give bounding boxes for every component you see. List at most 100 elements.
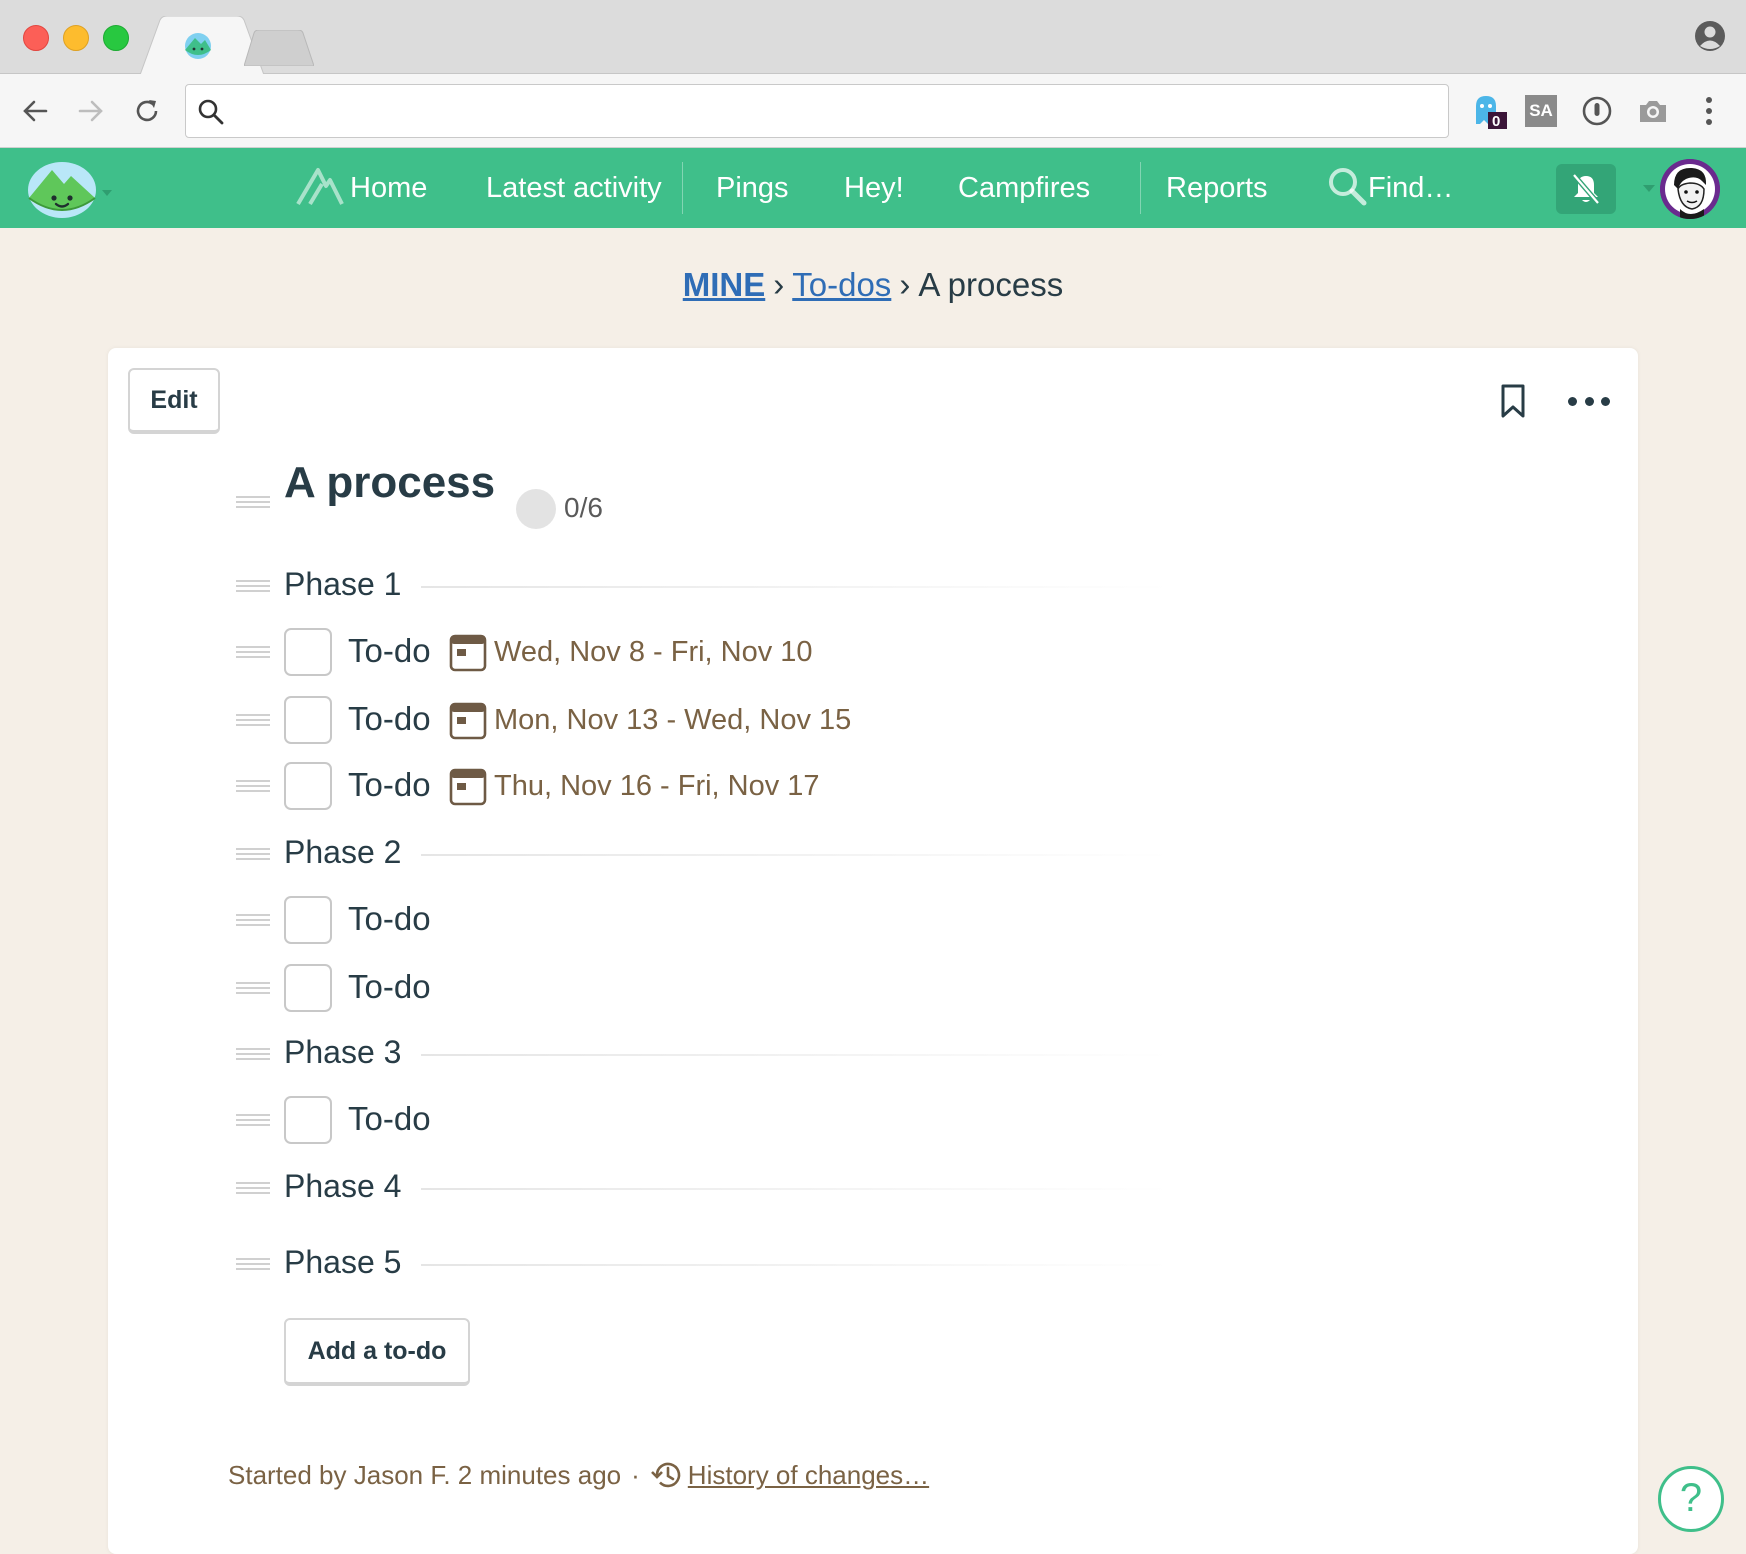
started-by-text: Started by Jason F. 2 minutes ago: [228, 1459, 622, 1490]
breadcrumb-todos-link[interactable]: To-dos: [792, 266, 891, 303]
edit-button[interactable]: Edit: [128, 368, 220, 434]
drag-handle-icon[interactable]: [236, 1114, 270, 1126]
notifications-toggle-button[interactable]: [1556, 164, 1616, 214]
group-divider: [421, 1054, 1171, 1056]
drag-handle-icon[interactable]: [236, 646, 270, 658]
password-manager-extension[interactable]: [1578, 92, 1616, 130]
group-divider: [421, 1264, 1171, 1266]
arrow-left-icon: [23, 100, 48, 122]
nav-divider: [1140, 162, 1141, 214]
close-window-button[interactable]: [23, 25, 49, 51]
forward-button[interactable]: [72, 92, 110, 130]
todo-label[interactable]: To-do: [348, 900, 431, 938]
nav-hey[interactable]: Hey!: [844, 148, 904, 228]
nav-campfires-label: Campfires: [958, 172, 1091, 204]
nav-divider: [682, 162, 683, 214]
chevron-down-icon: [102, 190, 112, 196]
user-avatar[interactable]: [1660, 159, 1720, 219]
breadcrumb-separator: ›: [899, 266, 911, 303]
todo-dates: Thu, Nov 16 - Fri, Nov 17: [494, 770, 820, 802]
basecamp-logo-icon: [28, 162, 96, 218]
new-tab-button[interactable]: [244, 30, 314, 66]
app-navigation: Home Latest activity Pings Hey! Campfire…: [0, 148, 1746, 228]
more-dot-icon: [1601, 396, 1610, 406]
drag-handle-icon[interactable]: [236, 1182, 270, 1194]
drag-handle-icon[interactable]: [236, 714, 270, 726]
history-of-changes-link[interactable]: History of changes…: [688, 1460, 929, 1491]
group-divider: [421, 586, 1171, 588]
back-button[interactable]: [16, 92, 54, 130]
more-dot-icon: [1584, 396, 1594, 406]
sa-label: SA: [1529, 101, 1553, 120]
chevron-down-icon[interactable]: [1642, 184, 1656, 194]
group-label[interactable]: Phase 2: [284, 834, 401, 871]
nav-find[interactable]: Find…: [1326, 148, 1453, 228]
drag-handle-icon[interactable]: [236, 848, 270, 860]
calendar-icon: [449, 768, 487, 806]
drag-handle-icon[interactable]: [236, 496, 270, 508]
nav-reports-label: Reports: [1166, 172, 1268, 204]
add-todo-button[interactable]: Add a to-do: [284, 1318, 470, 1386]
todo-label[interactable]: To-do: [348, 766, 431, 804]
todo-label[interactable]: To-do: [348, 1100, 431, 1138]
browser-profile-icon[interactable]: [1694, 20, 1726, 52]
sa-extension[interactable]: SA: [1522, 92, 1560, 130]
drag-handle-icon[interactable]: [236, 780, 270, 792]
footer-separator: ·: [631, 1459, 640, 1490]
bookmark-icon[interactable]: [1498, 383, 1528, 419]
ghost-icon: [1476, 96, 1507, 129]
progress-count: 0/6: [564, 492, 603, 523]
group-label[interactable]: Phase 5: [284, 1244, 401, 1281]
ghostery-extension[interactable]: 0: [1470, 92, 1508, 130]
todo-label[interactable]: To-do: [348, 632, 431, 670]
nav-hey-label: Hey!: [844, 172, 904, 204]
drag-handle-icon[interactable]: [236, 982, 270, 994]
breadcrumb-mine-link[interactable]: MINE: [683, 266, 766, 303]
nav-home-label: Home: [350, 172, 428, 204]
browser-tab-bar: [0, 0, 1746, 75]
nav-pings-label: Pings: [716, 172, 789, 204]
todo-checkbox[interactable]: [284, 762, 332, 810]
bell-off-icon: [1572, 173, 1600, 205]
todo-label[interactable]: To-do: [348, 700, 431, 738]
address-bar[interactable]: [185, 84, 1449, 138]
more-options-button[interactable]: [1568, 386, 1610, 416]
todo-checkbox[interactable]: [284, 964, 332, 1012]
basecamp-home-icon: [296, 168, 344, 206]
minimize-window-button[interactable]: [63, 25, 89, 51]
todo-checkbox[interactable]: [284, 896, 332, 944]
vertical-dots-icon: [1706, 97, 1712, 125]
list-footer: Started by Jason F. 2 minutes ago · Hist…: [228, 1458, 929, 1492]
screenshot-extension[interactable]: [1634, 92, 1672, 130]
help-button[interactable]: ?: [1658, 1466, 1724, 1532]
sa-icon: SA: [1525, 95, 1557, 127]
drag-handle-icon[interactable]: [236, 1258, 270, 1270]
nav-home[interactable]: Home: [296, 148, 427, 228]
drag-handle-icon[interactable]: [236, 1048, 270, 1060]
browser-menu-button[interactable]: [1690, 92, 1728, 130]
todo-checkbox[interactable]: [284, 1096, 332, 1144]
address-input[interactable]: [236, 93, 1436, 129]
nav-campfires[interactable]: Campfires: [958, 148, 1090, 228]
nav-find-label: Find…: [1368, 172, 1454, 204]
todo-checkbox[interactable]: [284, 628, 332, 676]
nav-latest-activity[interactable]: Latest activity: [486, 148, 662, 228]
more-dot-icon: [1568, 396, 1577, 406]
arrow-right-icon: [78, 100, 103, 122]
basecamp-logo-menu[interactable]: [26, 158, 118, 220]
group-label[interactable]: Phase 1: [284, 566, 401, 603]
reload-button[interactable]: [128, 92, 166, 130]
group-label[interactable]: Phase 3: [284, 1034, 401, 1071]
nav-pings[interactable]: Pings: [716, 148, 789, 228]
drag-handle-icon[interactable]: [236, 914, 270, 926]
group-label[interactable]: Phase 4: [284, 1168, 401, 1205]
basecamp-favicon-icon: [185, 33, 211, 59]
maximize-window-button[interactable]: [103, 25, 129, 51]
todo-label[interactable]: To-do: [348, 968, 431, 1006]
keyhole-icon: [1582, 96, 1612, 126]
drag-handle-icon[interactable]: [236, 580, 270, 592]
ghost-badge-count: 0: [1492, 113, 1501, 130]
camera-icon: [1640, 101, 1666, 122]
nav-reports[interactable]: Reports: [1166, 148, 1268, 228]
todo-checkbox[interactable]: [284, 696, 332, 744]
